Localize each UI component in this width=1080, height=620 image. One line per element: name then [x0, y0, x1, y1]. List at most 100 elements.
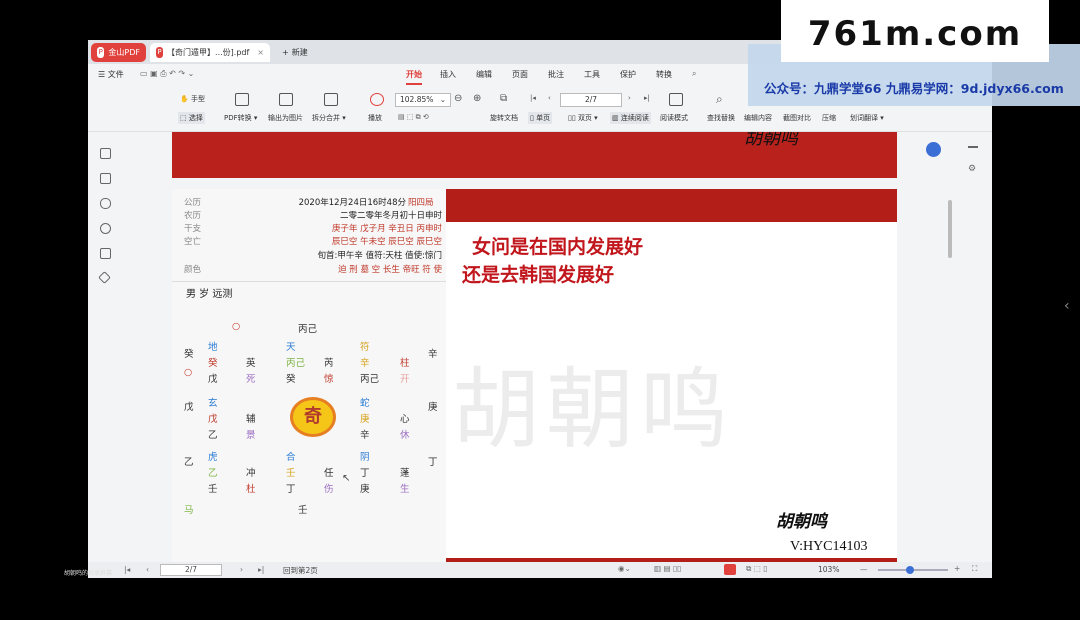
translate-button[interactable]: 划词翻译 ▾	[850, 113, 884, 123]
zoom-plus-icon[interactable]: +	[954, 564, 960, 573]
label-ganzhi: 干支	[184, 224, 202, 234]
hand-tool-label: 手型	[190, 95, 205, 103]
quick-access-icons[interactable]: ▭ ▣ ⎙ ↶ ↷ ⌄	[140, 69, 194, 79]
menu-annotate[interactable]: 批注	[548, 69, 564, 80]
fullscreen-icon[interactable]: ⛶	[972, 564, 977, 574]
find-replace-button[interactable]: 查找替换	[707, 113, 735, 123]
view-tool-icons[interactable]: ▤ ⬚ ⧉ ⟲	[398, 113, 429, 122]
tab-document[interactable]: P 【奇门遁甲】...份].pdf ×	[150, 43, 270, 62]
palace-4-door: 景	[246, 430, 256, 441]
label-color: 颜色	[184, 265, 202, 275]
layers-icon[interactable]	[98, 271, 111, 284]
continuous-read-button[interactable]: ▥ 连续阅读	[610, 112, 651, 124]
palace-2: 天 丙己 芮 癸 惊	[280, 339, 346, 389]
export-image-button[interactable]: 输出为图片	[268, 113, 303, 123]
palace-3-door: 开	[400, 374, 410, 385]
export-image-icon	[279, 93, 293, 106]
promo-text: 公众号：九鼎学堂66 九鼎易学网：9d.jdyx66.com	[764, 81, 1064, 96]
bottom-stem: 壬	[298, 505, 308, 516]
compress-button[interactable]: 压缩	[822, 113, 836, 123]
next-page-nav-icon[interactable]: ›	[240, 565, 243, 574]
zoom-in-icon[interactable]: ⊕	[473, 93, 481, 104]
play-button[interactable]: 播放	[368, 113, 382, 123]
back-to-page-link[interactable]: 回到第2页	[283, 565, 318, 576]
right-sidebar: ⚙	[926, 132, 992, 552]
first-page-icon[interactable]: |◂	[530, 94, 536, 102]
hand-tool[interactable]: ✋ 手型	[180, 94, 205, 104]
search-icon[interactable]: ⌕	[692, 69, 696, 79]
palace-3: 符 辛 柱 丙己 开	[358, 339, 424, 389]
value-colors: 迫 刑 墓 空 长生 帝旺 符 使	[338, 265, 442, 275]
status-page-input[interactable]: 2/7	[160, 564, 222, 576]
assistant-icon[interactable]	[926, 142, 941, 157]
menu-tools[interactable]: 工具	[584, 69, 600, 80]
menu-page[interactable]: 页面	[512, 69, 528, 80]
split-merge-icon	[324, 93, 338, 106]
select-tool[interactable]: ⬚ 选择	[178, 112, 205, 124]
vertical-scrollbar[interactable]	[948, 200, 952, 258]
menu-insert[interactable]: 插入	[440, 69, 456, 80]
menu-protect[interactable]: 保护	[620, 69, 636, 80]
view-mode-icons[interactable]: ▥ ▤ ▯▯	[654, 564, 681, 573]
read-mode-button[interactable]: 阅读模式	[660, 113, 688, 123]
comment-icon[interactable]	[100, 198, 111, 209]
page1-signature: 胡朝鸣	[744, 132, 798, 149]
last-page-nav-icon[interactable]: ▸|	[258, 565, 264, 574]
single-page-button[interactable]: ▯ 单页	[528, 112, 553, 124]
read-mode-icon	[669, 93, 683, 106]
first-page-nav-icon[interactable]: |◂	[124, 565, 130, 574]
bookmark-icon[interactable]	[100, 148, 111, 159]
settings-icon[interactable]: ⚙	[968, 164, 976, 174]
minus-icon[interactable]	[968, 146, 978, 148]
palace-9-door: 生	[400, 484, 410, 495]
prev-page-icon[interactable]: ‹	[548, 94, 551, 102]
pdf-file-icon: P	[156, 47, 164, 58]
pdf-convert-label: PDF转换	[224, 114, 252, 122]
zoom-slider-handle[interactable]	[906, 566, 914, 574]
palace-2-a: 丙己	[286, 358, 306, 369]
thumbnail-icon[interactable]	[100, 173, 111, 184]
pdf-convert-button[interactable]: PDF转换 ▾	[224, 113, 257, 123]
next-page-icon[interactable]: ›	[628, 94, 631, 102]
menu-start[interactable]: 开始	[406, 69, 422, 80]
tab-home[interactable]: P 金山PDF	[91, 43, 146, 62]
page-number-input[interactable]: 2/7	[560, 93, 622, 107]
chevron-left-icon[interactable]: ‹	[1064, 298, 1070, 314]
close-icon[interactable]: ×	[257, 48, 264, 57]
palace-1-b: 戊	[208, 374, 218, 385]
palace-6-door: 休	[400, 430, 410, 441]
menu-file[interactable]: ☰ 文件	[98, 69, 124, 80]
play-slideshow-icon[interactable]	[724, 564, 736, 575]
palace-2-door: 惊	[324, 374, 334, 385]
palace-2-star: 芮	[324, 358, 334, 369]
palace-6: 蛇 庚 心 辛 休	[358, 395, 424, 445]
prev-page-nav-icon[interactable]: ‹	[146, 565, 149, 574]
zoom-out-icon[interactable]: ⊖	[454, 93, 462, 104]
menu-edit[interactable]: 编辑	[476, 69, 492, 80]
compare-button[interactable]: 截图对比	[783, 113, 811, 123]
signature-icon[interactable]	[100, 248, 111, 259]
palace-8-door: 伤	[324, 484, 334, 495]
attachment-icon[interactable]	[100, 223, 111, 234]
split-merge-button[interactable]: 拆分合并 ▾	[312, 113, 346, 123]
palace-6-a: 庚	[360, 414, 370, 425]
page-header-band	[446, 189, 897, 222]
top-stems: 丙己	[298, 324, 318, 335]
new-tab-button[interactable]: + 新建	[276, 43, 314, 62]
edit-content-button[interactable]: 编辑内容	[744, 113, 772, 123]
side-right-1: 辛	[428, 349, 438, 360]
fit-icons[interactable]: ⧉ ⬚ ▯	[746, 564, 767, 574]
fit-page-icon[interactable]: ⧉	[500, 93, 507, 104]
continuous-read-label: 连续阅读	[620, 114, 649, 122]
label-solar: 公历	[184, 198, 202, 208]
rotate-button[interactable]: 旋转文档	[490, 113, 518, 123]
palace-7-b: 壬	[208, 484, 218, 495]
double-page-button[interactable]: ▯▯ 双页 ▾	[568, 113, 598, 123]
question-line-2: 还是去韩国发展好	[462, 264, 615, 286]
menu-convert[interactable]: 转换	[656, 69, 672, 80]
status-zoom[interactable]: 103%	[818, 565, 839, 574]
zoom-minus-icon[interactable]: —	[860, 565, 868, 574]
zoom-select[interactable]: 102.85% ⌄	[395, 93, 451, 107]
last-page-icon[interactable]: ▸|	[644, 94, 650, 102]
eye-icon[interactable]: ◉⌄	[618, 564, 631, 573]
